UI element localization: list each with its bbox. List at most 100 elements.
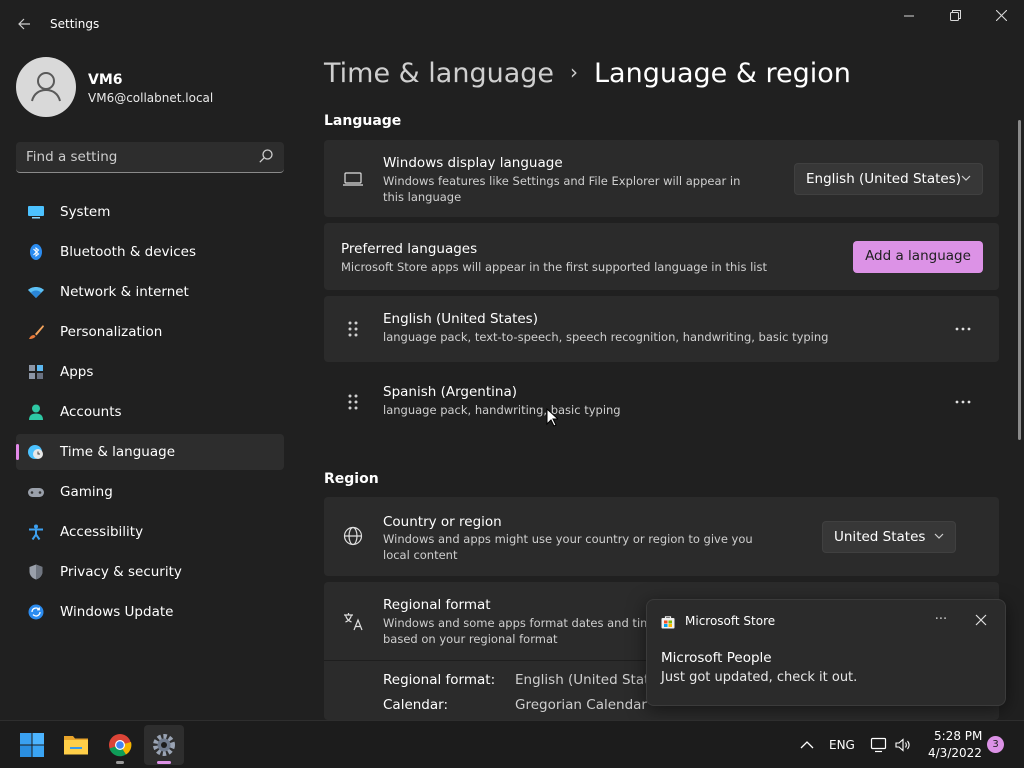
running-indicator [116,761,124,764]
avatar[interactable] [16,57,76,117]
file-explorer-button[interactable] [56,725,96,765]
notification-badge[interactable]: 3 [987,736,1004,753]
store-icon [661,616,675,629]
regional-format-description: Windows and some apps format dates and t… [383,616,665,646]
toast-app-name: Microsoft Store [685,614,776,628]
country-region-title: Country or region [383,514,502,530]
sidebar-item-accounts[interactable]: Accounts [16,394,284,430]
person-icon [31,72,61,102]
title-bar: Settings [0,0,1024,48]
dropdown-value: English (United States) [806,171,961,187]
sidebar-item-label: Bluetooth & devices [60,244,197,260]
section-title-region: Region [324,471,379,487]
sidebar-item-label: Accounts [60,404,122,420]
sidebar-nav: System Bluetooth & devices Network & int… [16,194,284,634]
search-placeholder: Find a setting [26,149,118,165]
chevron-up-icon[interactable] [798,736,816,754]
language-item-english[interactable]: English (United States) language pack, t… [324,296,999,362]
toast-title: Microsoft People [661,650,772,666]
settings-taskbar-button[interactable] [144,725,184,765]
add-language-label: Add a language [865,248,971,264]
running-indicator [157,761,171,764]
close-icon[interactable] [973,612,989,628]
globe-icon [343,526,363,546]
preferred-languages-title: Preferred languages [341,241,478,257]
user-email: VM6@collabnet.local [88,91,214,105]
update-icon [28,604,44,620]
toast-more-button[interactable]: ··· [931,612,951,628]
maximize-button[interactable] [940,6,970,28]
restore-icon [949,10,961,21]
person-icon [29,404,43,420]
country-region-dropdown[interactable]: United States [822,521,956,553]
clock-date[interactable]: 4/3/2022 [928,746,982,760]
laptop-icon [343,172,363,186]
language-features: language pack, text-to-speech, speech re… [383,330,829,344]
sidebar-item-label: Network & internet [60,284,189,300]
chrome-icon [109,734,132,757]
search-input[interactable]: Find a setting [16,142,284,173]
search-icon[interactable] [258,148,274,164]
close-button[interactable] [986,6,1016,28]
start-button[interactable] [12,725,52,765]
volume-icon[interactable] [894,736,912,754]
sidebar-item-label: Gaming [60,484,113,500]
dropdown-value: United States [834,529,926,545]
toast-body: Just got updated, check it out. [661,670,858,685]
taskbar: ENG 5:28 PM 4/3/2022 [0,720,1024,768]
chevron-down-icon [934,533,944,539]
gamepad-icon [28,488,44,497]
sidebar-item-label: System [60,204,111,220]
sidebar-item-network[interactable]: Network & internet [16,274,284,310]
regional-format-label: Regional format: [383,672,496,688]
sidebar-item-label: Privacy & security [60,564,182,580]
display-language-description: Windows features like Settings and File … [383,174,741,204]
language-features: language pack, handwriting, basic typing [383,403,621,417]
active-indicator [16,444,19,460]
sidebar-item-label: Windows Update [60,604,174,620]
minimize-button[interactable] [894,6,924,28]
sidebar-item-windows-update[interactable]: Windows Update [16,594,284,630]
gear-icon [153,734,175,756]
calendar-value: Gregorian Calendar [515,697,647,713]
accessibility-icon [29,524,43,540]
drag-handle-icon[interactable] [346,393,360,411]
wifi-icon [28,287,44,298]
drag-handle-icon[interactable] [346,320,360,338]
input-language[interactable]: ENG [829,738,855,752]
breadcrumb-parent[interactable]: Time & language [324,58,554,89]
display-language-card: Windows display language Windows feature… [324,140,999,217]
arrow-left-icon [18,18,30,30]
toast-notification[interactable]: Microsoft Store ··· Microsoft People Jus… [646,599,1006,706]
clock-time[interactable]: 5:28 PM [934,729,982,743]
page-title: Language & region [594,58,851,89]
sidebar-item-gaming[interactable]: Gaming [16,474,284,510]
language-name: Spanish (Argentina) [383,384,517,400]
regional-format-title: Regional format [383,597,491,613]
chevron-right-icon: › [570,60,579,84]
more-options-icon[interactable] [953,319,973,339]
scrollbar[interactable] [1018,120,1021,440]
sidebar-item-accessibility[interactable]: Accessibility [16,514,284,550]
sidebar-item-bluetooth[interactable]: Bluetooth & devices [16,234,284,270]
network-icon[interactable] [870,736,888,754]
sidebar-item-privacy[interactable]: Privacy & security [16,554,284,590]
add-language-button[interactable]: Add a language [853,241,983,273]
back-button[interactable] [14,12,34,36]
calendar-label: Calendar: [383,697,449,713]
sidebar-item-personalization[interactable]: Personalization [16,314,284,350]
language-name: English (United States) [383,311,538,327]
language-item-spanish[interactable]: Spanish (Argentina) language pack, handw… [324,369,999,435]
monitor-icon [28,206,44,219]
apps-icon [29,365,43,379]
country-region-description: Windows and apps might use your country … [383,532,753,562]
display-language-dropdown[interactable]: English (United States) [794,163,983,195]
section-title-language: Language [324,113,402,129]
sidebar-item-system[interactable]: System [16,194,284,230]
chrome-button[interactable] [100,725,140,765]
sidebar-item-apps[interactable]: Apps [16,354,284,390]
more-options-icon[interactable] [953,392,973,412]
sidebar-item-label: Accessibility [60,524,144,540]
sidebar-item-time-language[interactable]: Time & language [16,434,284,470]
preferred-languages-description: Microsoft Store apps will appear in the … [341,260,767,274]
